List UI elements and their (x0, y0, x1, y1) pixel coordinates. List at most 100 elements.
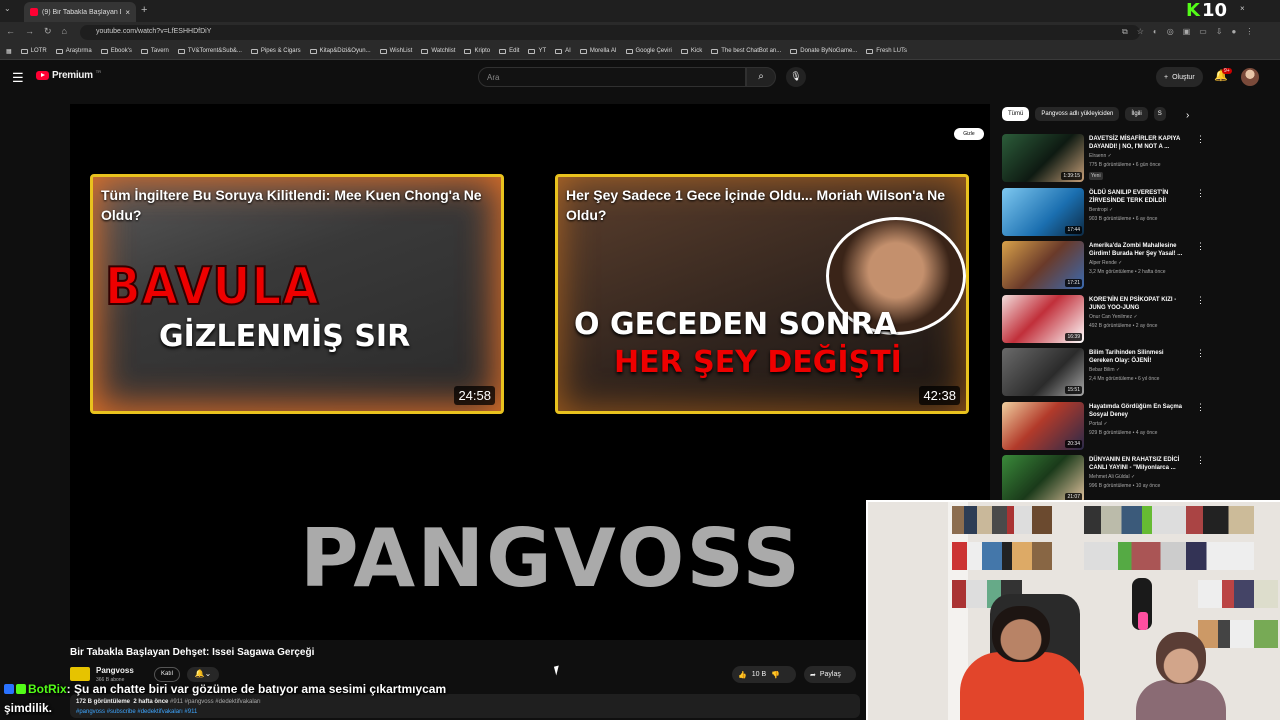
browser-menu-icon[interactable]: ⋮ (1245, 27, 1253, 37)
video-thumbnail[interactable]: 17:44 (1002, 187, 1084, 236)
search-button[interactable]: ⌕ (746, 67, 776, 87)
more-actions-icon[interactable]: ⋮ (1196, 402, 1205, 413)
filter-chip[interactable]: Pangvoss adlı yükleyiciden (1035, 107, 1120, 121)
bookmark-item[interactable]: Kick (680, 48, 702, 54)
close-window-icon[interactable]: × (1240, 4, 1245, 13)
bookmark-item[interactable]: TV&Torrent&Sub&... (177, 48, 242, 54)
video-title[interactable]: Bilim Tarihinden Silinmesi Gereken Olay:… (1089, 349, 1187, 365)
url-field[interactable]: youtube.com/watch?v=LfESHHDfDiY (80, 25, 1140, 40)
channel-name[interactable]: Alper Rende ✓ (1089, 260, 1122, 266)
video-thumbnail[interactable]: 20:34 (1002, 401, 1084, 450)
home-icon[interactable]: ⌂ (62, 26, 67, 37)
hashtags[interactable]: #pangvoss #subscribe #dedektifvakaları #… (76, 709, 197, 715)
channel-name[interactable]: Portal ✓ (1089, 421, 1108, 427)
video-title[interactable]: KORE'NİN EN PSİKOPAT KIZI - JUNG YOO-JUN… (1089, 296, 1187, 312)
bookmark-item[interactable]: Donate ByNoGame... (790, 48, 857, 54)
recommended-video[interactable]: 21:07 DÜNYANIN EN RAHATSIZ EDİCİ CANLI YA… (1002, 455, 1205, 505)
bookmark-item[interactable]: Fresh LUTs (866, 48, 907, 54)
logo-country: TR (95, 69, 102, 74)
bookmark-item[interactable]: Morella AI (579, 48, 617, 54)
bookmark-item[interactable]: Araştırma (55, 48, 92, 54)
recommended-video[interactable]: 17:44 ÖLDÜ SANILIP EVEREST'İN ZİRVESİNDE … (1002, 187, 1205, 238)
bookmark-item[interactable]: Kripto (464, 48, 490, 54)
join-button[interactable]: Katıl (154, 667, 180, 682)
share-button[interactable]: ➦ Paylaş (804, 666, 856, 683)
browser-tab-active[interactable]: (9) Bir Tabakla Başlayan Dehşet × (24, 2, 136, 22)
endscreen-video-card-1[interactable]: BAVULA GİZLENMİŞ SIR Tüm İngiltere Bu So… (90, 174, 504, 414)
downloads-icon[interactable]: ⇩ (1216, 27, 1223, 37)
video-title[interactable]: ÖLDÜ SANILIP EVEREST'İN ZİRVESİNDE TERK … (1089, 189, 1187, 205)
bookmark-item[interactable]: Google Çeviri (625, 48, 672, 54)
channel-avatar[interactable] (70, 667, 90, 681)
more-actions-icon[interactable]: ⋮ (1196, 348, 1205, 359)
recommended-video[interactable]: 17:21 Amerika'da Zombi Mahallesine Girdim… (1002, 241, 1205, 291)
video-thumbnail[interactable]: 21:07 (1002, 455, 1084, 503)
video-thumbnail[interactable]: 15:51 (1002, 348, 1084, 396)
channel-name[interactable]: Bebar Bilim ✓ (1089, 367, 1120, 373)
endscreen-video-card-2[interactable]: O GECEDEN SONRA HER ŞEY DEĞİŞTİ Her Şey … (555, 174, 969, 414)
bookmark-item[interactable]: AI (555, 48, 571, 54)
create-button[interactable]: + Oluştur (1156, 67, 1203, 87)
more-actions-icon[interactable]: ⋮ (1196, 134, 1205, 145)
extension-icon[interactable]: ◐ (1153, 27, 1158, 37)
tab-search-icon[interactable]: ⌄ (4, 4, 11, 13)
recommended-video[interactable]: 20:34 Hayatımda Gördüğüm En Saçma Sosyal … (1002, 401, 1205, 452)
account-avatar[interactable] (1241, 68, 1259, 86)
filter-chip[interactable]: Tümü (1002, 107, 1030, 121)
video-title[interactable]: DÜNYANIN EN RAHATSIZ EDİCİ CANLI YAYINI … (1089, 456, 1187, 472)
channel-name[interactable]: Mehmet Ali Güldal ✓ (1089, 474, 1135, 480)
bookmark-star-icon[interactable]: ☆ (1137, 27, 1144, 37)
bookmark-item[interactable]: Pipes & Cigars (250, 48, 301, 54)
close-tab-icon[interactable]: × (125, 8, 130, 17)
bookmark-item[interactable]: Edit (499, 48, 519, 54)
bookmark-item[interactable]: YT (528, 48, 546, 54)
more-actions-icon[interactable]: ⋮ (1196, 188, 1205, 199)
channel-name[interactable]: Pangvoss (96, 666, 134, 675)
like-dislike-group[interactable]: 👍 10 B 👎 (732, 666, 796, 683)
channel-name[interactable]: Onur Can Yenilmez ✓ (1089, 314, 1138, 320)
filter-chip[interactable]: İlgili (1125, 107, 1148, 121)
search-input[interactable]: Ara (478, 67, 746, 87)
video-thumbnail[interactable]: 1:39:15 (1002, 134, 1084, 182)
channel-name[interactable]: Bentropi ✓ (1089, 207, 1113, 213)
window-controls[interactable]: × (1240, 4, 1245, 13)
voice-search-button[interactable]: 🎙 (786, 67, 806, 87)
recommended-video[interactable]: 16:39 KORE'NİN EN PSİKOPAT KIZI - JUNG YO… (1002, 294, 1205, 345)
more-actions-icon[interactable]: ⋮ (1196, 455, 1205, 466)
chevron-right-icon[interactable]: › (1186, 110, 1189, 121)
bookmark-item[interactable]: WishList (379, 48, 412, 54)
bookmark-item[interactable]: The best ChatBot an... (711, 48, 781, 54)
recommended-video[interactable]: 15:51 Bilim Tarihinden Silinmesi Gereken … (1002, 348, 1205, 398)
more-actions-icon[interactable]: ⋮ (1196, 241, 1205, 252)
video-thumbnail[interactable]: 17:21 (1002, 241, 1084, 289)
install-icon[interactable]: ⧉ (1122, 27, 1128, 37)
video-title[interactable]: Amerika'da Zombi Mahallesine Girdim! Bur… (1089, 242, 1187, 258)
subscribed-bell-button[interactable]: 🔔⌄ (187, 667, 219, 682)
filter-chip[interactable]: S (1153, 107, 1166, 121)
thumbs-up-icon[interactable]: 👍 (738, 671, 747, 679)
extension-icon[interactable]: ◎ (1167, 27, 1174, 37)
recommended-video[interactable]: 1:39:15 DAVETSİZ MİSAFİRLER KAPIYA DAYAND… (1002, 134, 1205, 184)
thumbs-down-icon[interactable]: 👎 (771, 671, 780, 679)
apps-grid-icon[interactable]: ▦ (6, 48, 12, 55)
bookmark-item[interactable]: Watchlist (421, 48, 455, 54)
channel-name[interactable]: Elraenn ✓ (1089, 153, 1112, 159)
menu-hamburger-icon[interactable]: ☰ (12, 70, 24, 86)
profile-icon[interactable]: ● (1232, 27, 1237, 37)
bookmark-item[interactable]: LOTR (20, 48, 47, 54)
video-title[interactable]: Hayatımda Gördüğüm En Saçma Sosyal Deney (1089, 403, 1187, 419)
reload-icon[interactable]: ↻ (44, 26, 52, 37)
youtube-logo[interactable]: Premium TR (36, 69, 102, 81)
video-thumbnail[interactable]: 16:39 (1002, 294, 1084, 343)
bookmark-item[interactable]: Ebook's (100, 48, 132, 54)
new-tab-icon[interactable]: + (141, 4, 147, 16)
forward-icon[interactable]: → (25, 26, 34, 37)
bookmark-item[interactable]: Tavern (140, 48, 169, 54)
bookmark-item[interactable]: Kitap&Dizi&Oyun... (309, 48, 371, 54)
back-icon[interactable]: ← (6, 26, 15, 37)
sidebar-icon[interactable]: ▭ (1199, 27, 1207, 37)
video-title[interactable]: DAVETSİZ MİSAFİRLER KAPIYA DAYANDI! | NO… (1089, 135, 1187, 151)
more-actions-icon[interactable]: ⋮ (1196, 295, 1205, 306)
extensions-puzzle-icon[interactable]: ▣ (1183, 27, 1191, 37)
hide-endscreen-button[interactable]: Gizle (954, 128, 984, 140)
